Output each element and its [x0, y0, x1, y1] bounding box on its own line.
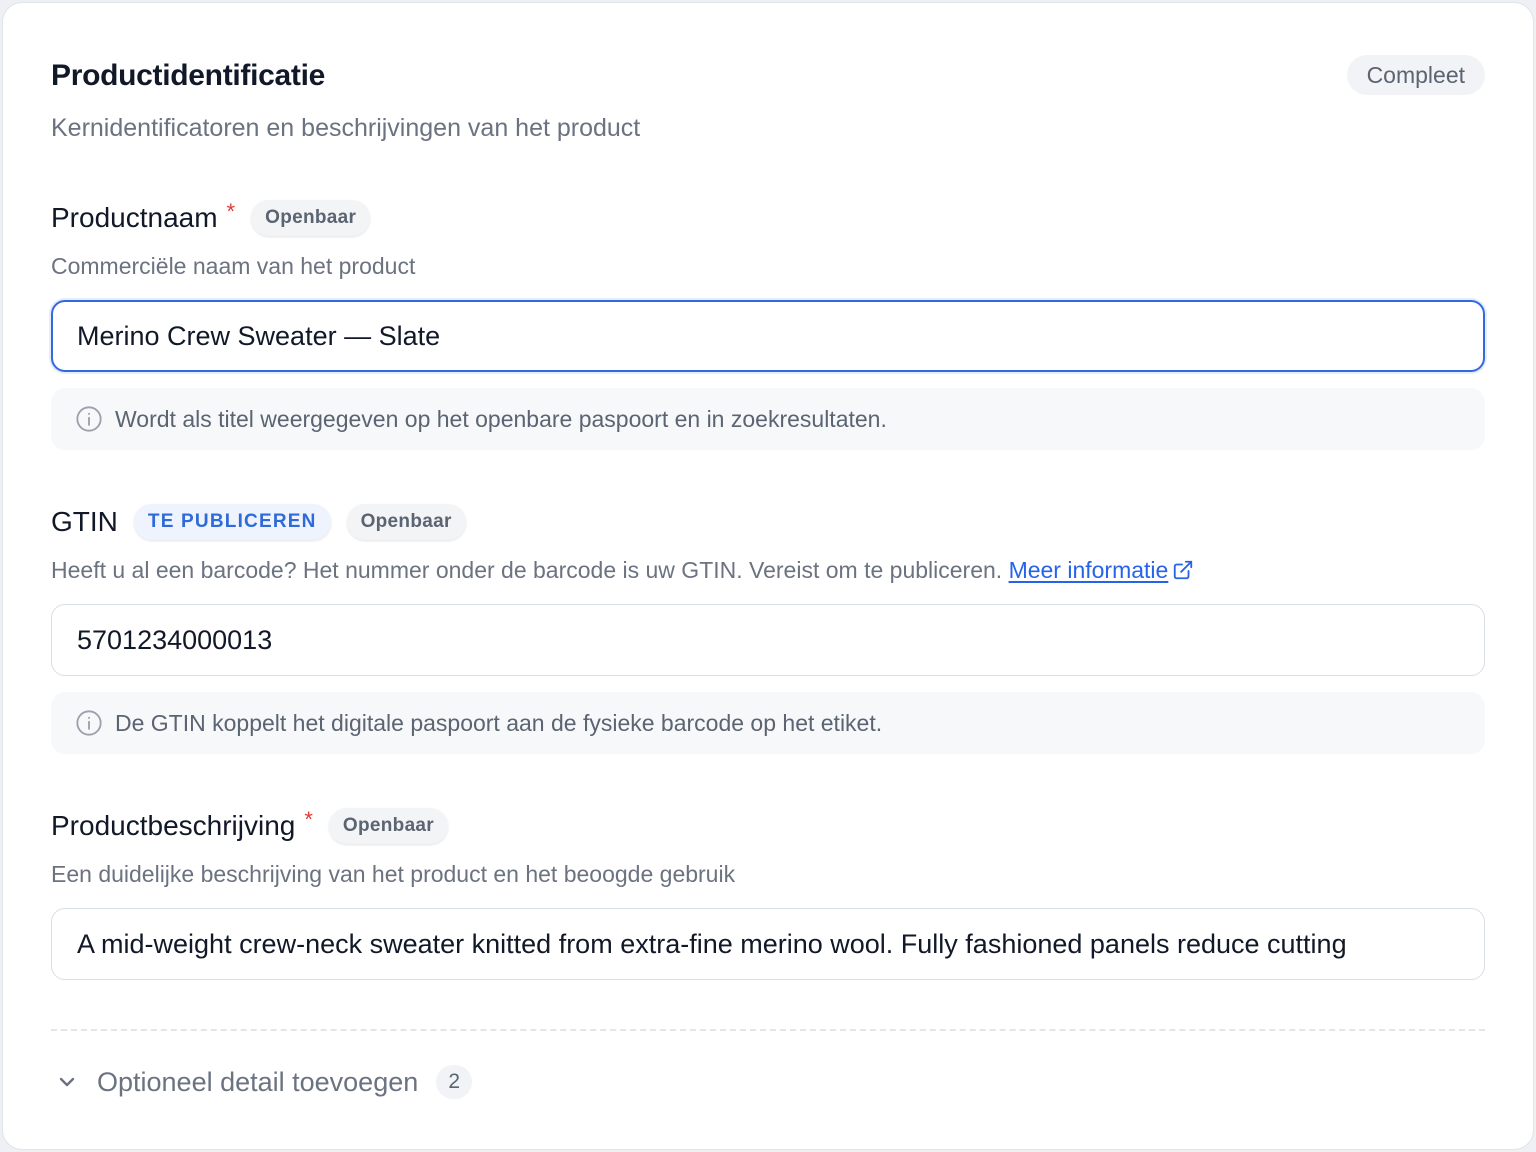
gtin-label: GTIN	[51, 506, 118, 537]
info-circle-icon	[76, 406, 102, 432]
required-marker: *	[304, 807, 313, 832]
more-info-link[interactable]: Meer informatie	[1009, 557, 1169, 583]
visibility-badge: Openbaar	[346, 504, 466, 540]
optional-count-badge: 2	[436, 1065, 473, 1099]
product-name-note: Wordt als titel weergegeven op het openb…	[51, 388, 1485, 450]
product-identification-card: Productidentificatie Kernidentificatoren…	[2, 2, 1534, 1150]
product-description-help: Een duidelijke beschrijving van het prod…	[51, 861, 736, 887]
product-name-note-text: Wordt als titel weergegeven op het openb…	[115, 405, 887, 432]
field-product-description: Productbeschrijving * Openbaar Een duide…	[51, 806, 1485, 980]
gtin-note: De GTIN koppelt het digitale paspoort aa…	[51, 692, 1485, 754]
required-marker: *	[226, 199, 236, 224]
product-description-input[interactable]: A mid-weight crew-neck sweater knitted f…	[51, 908, 1485, 980]
section-divider	[51, 1029, 1485, 1031]
gtin-help-text: Heeft u al een barcode? Het nummer onder…	[51, 557, 1003, 583]
status-badge: Compleet	[1346, 55, 1485, 95]
product-name-label: Productnaam	[51, 202, 218, 233]
chevron-down-icon	[59, 1077, 75, 1087]
field-label-row: Productnaam * Openbaar	[51, 198, 1485, 238]
product-description-label: Productbeschrijving	[51, 810, 296, 841]
gtin-note-text: De GTIN koppelt het digitale paspoort aa…	[115, 709, 883, 736]
field-gtin: GTIN TE PUBLICEREN Openbaar Heeft u al e…	[51, 502, 1485, 754]
optional-details-label: Optioneel detail toevoegen	[97, 1066, 419, 1097]
field-product-name: Productnaam * Openbaar Commerciële naam …	[51, 198, 1485, 450]
field-label-row: Productbeschrijving * Openbaar	[51, 806, 1485, 846]
gtin-input[interactable]: 5701234000013	[51, 604, 1485, 676]
gtin-help: Heeft u al een barcode? Het nummer onder…	[51, 557, 1485, 587]
section-title: Productidentificatie	[51, 59, 326, 92]
section-header: Productidentificatie Kernidentificatoren…	[51, 55, 1485, 143]
visibility-badge: Openbaar	[328, 808, 448, 844]
publish-badge: TE PUBLICEREN	[133, 504, 331, 540]
section-subtitle: Kernidentificatoren en beschrijvingen va…	[51, 114, 641, 142]
external-link-icon[interactable]	[1172, 559, 1194, 581]
more-info-link-text: Meer informatie	[1008, 557, 1169, 583]
visibility-badge: Openbaar	[251, 200, 371, 236]
info-circle-icon	[76, 710, 102, 736]
product-name-input[interactable]: Merino Crew Sweater — Slate	[51, 300, 1485, 372]
product-name-help: Commerciële naam van het product	[51, 253, 416, 279]
field-label-row: GTIN TE PUBLICEREN Openbaar	[51, 502, 1485, 542]
optional-details-toggle[interactable]: Optioneel detail toevoegen 2	[55, 1065, 473, 1099]
